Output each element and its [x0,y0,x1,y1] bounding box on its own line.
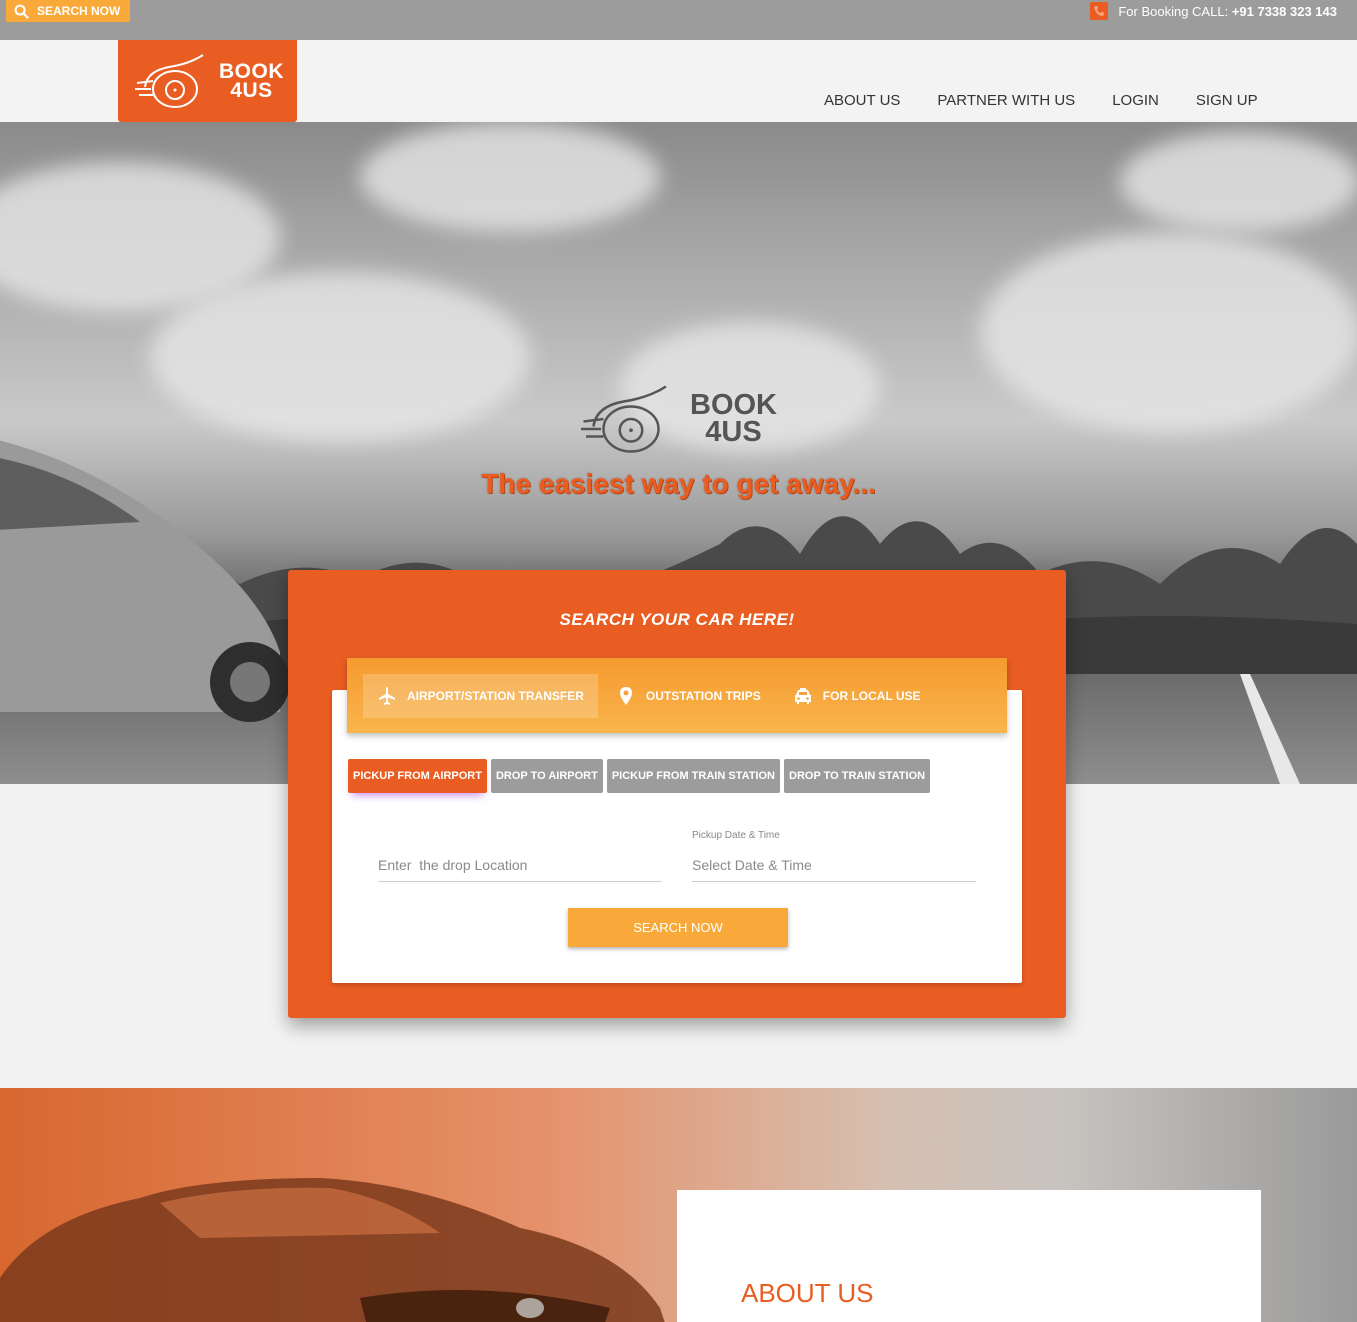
tab-airport-station-transfer[interactable]: AIRPORT/STATION TRANSFER [363,673,598,718]
nav-partner-with-us[interactable]: PARTNER WITH US [937,92,1075,109]
top-search-now-button[interactable]: SEARCH NOW [6,0,130,22]
search-panel: SEARCH YOUR CAR HERE! AIRPORT/STATION TR… [288,570,1066,1018]
hero-logo-line-1: BOOK [690,389,777,421]
pickup-datetime-field: Pickup Date & Time [692,830,976,882]
airplane-icon [379,686,395,705]
booking-contact: For Booking CALL: +91 7338 323 143 [1090,1,1337,21]
drop-location-field [378,830,662,882]
search-panel-title: SEARCH YOUR CAR HERE! [559,610,795,629]
car-logo-icon [581,385,667,453]
nav-about-us[interactable]: ABOUT US [824,92,900,109]
cloud [360,122,660,232]
main-nav: ABOUT US PARTNER WITH US LOGIN SIGN UP [824,92,1258,109]
booking-prefix: For Booking CALL: [1118,3,1229,19]
location-pin-icon [619,686,632,705]
pickup-datetime-label: Pickup Date & Time [692,830,780,841]
hero-logo-line-2: 4US [705,416,762,448]
search-icon [14,4,29,19]
car-image [0,440,290,722]
top-bar: SEARCH NOW For Booking CALL: +91 7338 32… [0,0,1357,40]
phone-icon [1090,2,1109,20]
transfer-type-subtabs: PICKUP FROM AIRPORT DROP TO AIRPORT PICK… [348,759,931,793]
booking-phone[interactable]: +91 7338 323 143 [1232,4,1337,19]
about-car-image [0,1178,665,1322]
tab-label: AIRPORT/STATION TRANSFER [407,688,584,703]
tab-label: FOR LOCAL USE [822,688,921,703]
subtab-drop-to-airport[interactable]: DROP TO AIRPORT [490,759,603,793]
hero-logo: BOOK 4US [574,384,777,454]
subtab-pickup-from-train-station[interactable]: PICKUP FROM TRAIN STATION [606,759,780,793]
pickup-datetime-input[interactable] [692,844,976,882]
tab-outstation-trips[interactable]: OUTSTATION TRIPS [602,674,775,718]
trip-type-tabs: AIRPORT/STATION TRANSFER OUTSTATION TRIP… [347,658,1007,733]
hero-tagline: The easiest way to get away... [481,468,876,499]
about-title: ABOUT US [741,1278,874,1308]
nav-login[interactable]: LOGIN [1112,92,1159,109]
cloud [1120,132,1357,232]
subtab-drop-to-train-station[interactable]: DROP TO TRAIN STATION [784,759,931,793]
top-search-now-label: SEARCH NOW [37,4,121,18]
tab-label: OUTSTATION TRIPS [645,688,761,703]
logo-line-2: 4US [230,79,273,102]
taxi-icon [794,687,811,704]
search-now-button[interactable]: SEARCH NOW [568,908,788,947]
about-section: ABOUT US [0,1088,1357,1322]
tab-for-local-use[interactable]: FOR LOCAL USE [779,674,935,718]
drop-location-label [378,830,662,844]
nav-sign-up[interactable]: SIGN UP [1196,92,1258,109]
logo[interactable]: BOOK 4US [118,40,297,122]
car-logo-icon [135,54,204,108]
cloud [980,232,1357,432]
drop-location-input[interactable] [378,844,662,882]
about-card: ABOUT US [677,1190,1261,1322]
subtab-pickup-from-airport[interactable]: PICKUP FROM AIRPORT [348,759,487,793]
